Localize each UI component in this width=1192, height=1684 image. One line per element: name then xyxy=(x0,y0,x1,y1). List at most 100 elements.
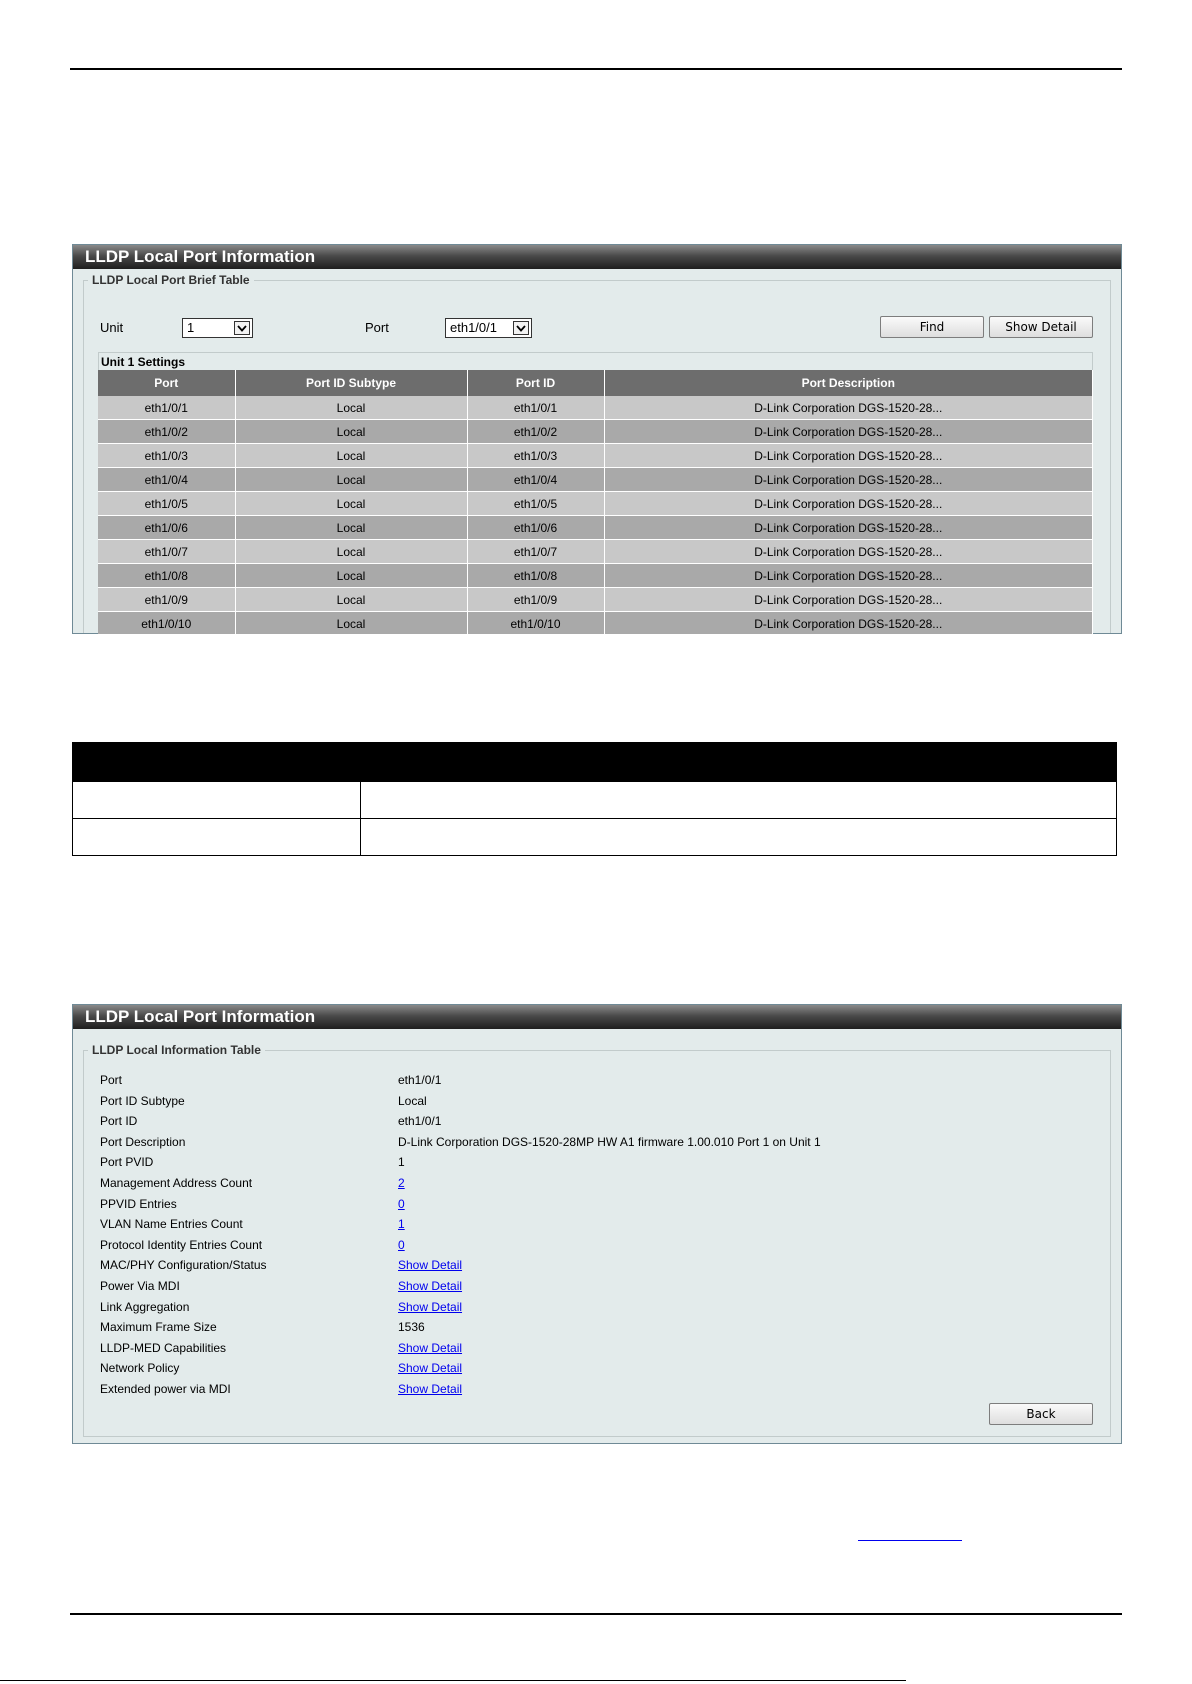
cell-port-id: eth1/0/5 xyxy=(467,491,605,516)
cell-port: eth1/0/8 xyxy=(98,563,236,588)
footer-rule xyxy=(70,1613,1122,1615)
header-rule xyxy=(70,68,1122,70)
port-select[interactable]: eth1/0/1 xyxy=(445,318,532,338)
network-policy-show-detail-link[interactable]: Show Detail xyxy=(398,1361,462,1375)
cell-description: D-Link Corporation DGS-1520-28... xyxy=(604,491,1093,516)
cell-port-id: eth1/0/2 xyxy=(467,419,605,444)
table-row: eth1/0/1 Local eth1/0/1 D-Link Corporation … xyxy=(98,396,1093,420)
unit-settings-title: Unit 1 Settings xyxy=(98,352,1093,370)
cell-description: D-Link Corporation DGS-1520-28... xyxy=(604,587,1093,612)
table-row xyxy=(72,818,1117,856)
table-row: eth1/0/6 Local eth1/0/6 D-Link Corporation … xyxy=(98,515,1093,540)
table-header-row: Port Port ID Subtype Port ID Port Descri… xyxy=(98,370,1093,396)
item-value: Local xyxy=(398,1093,427,1108)
protocol-identity-entries-link[interactable]: 0 xyxy=(398,1238,405,1252)
cell-subtype: Local xyxy=(235,419,468,444)
reference-link-underline[interactable] xyxy=(858,1540,962,1541)
ppvid-entries-link[interactable]: 0 xyxy=(398,1197,405,1211)
table-row: eth1/0/2 Local eth1/0/2 D-Link Corporation … xyxy=(98,419,1093,444)
item-label: Port ID Subtype xyxy=(100,1093,185,1108)
cell-subtype: Local xyxy=(235,611,468,636)
cell-description: D-Link Corporation DGS-1520-28... xyxy=(604,443,1093,468)
cell-port: eth1/0/9 xyxy=(98,587,236,612)
back-button[interactable]: Back xyxy=(989,1403,1093,1425)
item-label: Maximum Frame Size xyxy=(100,1320,217,1335)
parameter-table xyxy=(72,742,1117,856)
cell-port-id: eth1/0/10 xyxy=(467,611,605,636)
cell-description: D-Link Corporation DGS-1520-28... xyxy=(604,467,1093,492)
find-button[interactable]: Find xyxy=(880,316,984,338)
item-value: eth1/0/1 xyxy=(398,1114,442,1129)
cell-port: eth1/0/4 xyxy=(98,467,236,492)
unit-select[interactable]: 1 xyxy=(182,318,253,338)
group-legend: LLDP Local Port Brief Table xyxy=(92,273,250,287)
cell-port: eth1/0/1 xyxy=(98,396,236,420)
link-aggregation-show-detail-link[interactable]: Show Detail xyxy=(398,1300,462,1314)
parameter-table-header xyxy=(72,742,1117,782)
cell-description: D-Link Corporation DGS-1520-28... xyxy=(604,611,1093,636)
col-header-port-id-subtype: Port ID Subtype xyxy=(235,370,468,396)
cell-description: D-Link Corporation DGS-1520-28... xyxy=(604,539,1093,564)
cell-port-id: eth1/0/9 xyxy=(467,587,605,612)
item-value: 1 xyxy=(398,1155,405,1170)
item-label: Protocol Identity Entries Count xyxy=(100,1237,263,1252)
cell xyxy=(360,781,1117,819)
cell-subtype: Local xyxy=(235,539,468,564)
cell-subtype: Local xyxy=(235,491,468,516)
item-value: 1536 xyxy=(398,1320,425,1335)
cell-port-id: eth1/0/8 xyxy=(467,563,605,588)
cell-port: eth1/0/2 xyxy=(98,419,236,444)
panel-crop-mask xyxy=(60,634,1140,694)
vlan-name-entries-link[interactable]: 1 xyxy=(398,1217,405,1231)
chevron-down-icon[interactable] xyxy=(234,321,250,335)
mac-phy-show-detail-link[interactable]: Show Detail xyxy=(398,1258,462,1272)
item-label: Port xyxy=(100,1073,123,1087)
port-label: Port xyxy=(365,320,389,335)
cell-port: eth1/0/5 xyxy=(98,491,236,516)
panel-title: LLDP Local Port Information xyxy=(73,245,1121,269)
cell-description: D-Link Corporation DGS-1520-28... xyxy=(604,396,1093,420)
chevron-down-icon[interactable] xyxy=(513,321,529,335)
cell xyxy=(360,818,1117,856)
extended-power-show-detail-link[interactable]: Show Detail xyxy=(398,1382,462,1396)
cell-port-id: eth1/0/1 xyxy=(467,396,605,420)
cell-port-id: eth1/0/7 xyxy=(467,539,605,564)
lldp-med-show-detail-link[interactable]: Show Detail xyxy=(398,1341,462,1355)
col-header-port-description: Port Description xyxy=(604,370,1093,396)
table-row: eth1/0/4 Local eth1/0/4 D-Link Corporation … xyxy=(98,467,1093,492)
table-row: eth1/0/5 Local eth1/0/5 D-Link Corporation … xyxy=(98,491,1093,516)
cell xyxy=(72,781,361,819)
cell xyxy=(72,818,361,856)
item-label: Link Aggregation xyxy=(100,1299,190,1314)
table-row: eth1/0/10 Local eth1/0/10 D-Link Corporatio… xyxy=(98,611,1093,636)
item-label: MAC/PHY Configuration/Status xyxy=(100,1258,267,1273)
cell-port: eth1/0/7 xyxy=(98,539,236,564)
header-cell xyxy=(72,742,361,782)
cell-subtype: Local xyxy=(235,563,468,588)
cell-port-id: eth1/0/6 xyxy=(467,515,605,540)
cell-port: eth1/0/10 xyxy=(98,611,236,636)
col-header-port: Port xyxy=(98,370,236,396)
table-row: eth1/0/8 Local eth1/0/8 D-Link Corporation … xyxy=(98,563,1093,588)
bottom-rule xyxy=(0,1680,906,1681)
table-row: eth1/0/7 Local eth1/0/7 D-Link Corporation … xyxy=(98,539,1093,564)
item-label: LLDP-MED Capabilities xyxy=(100,1340,227,1355)
cell-subtype: Local xyxy=(235,515,468,540)
port-select-value: eth1/0/1 xyxy=(450,320,497,335)
panel-title: LLDP Local Port Information xyxy=(73,1005,1121,1029)
power-via-mdi-show-detail-link[interactable]: Show Detail xyxy=(398,1279,462,1293)
show-detail-button[interactable]: Show Detail xyxy=(989,316,1093,338)
item-label: Power Via MDI xyxy=(100,1278,180,1293)
unit-select-value: 1 xyxy=(187,320,195,335)
item-label: VLAN Name Entries Count xyxy=(100,1217,243,1232)
item-label: Port PVID xyxy=(100,1155,154,1170)
header-cell xyxy=(360,742,1117,782)
management-address-count-link[interactable]: 2 xyxy=(398,1176,405,1190)
cell-port-id: eth1/0/3 xyxy=(467,443,605,468)
unit-label: Unit xyxy=(100,320,124,335)
table-row xyxy=(72,781,1117,819)
item-label: Management Address Count xyxy=(100,1175,253,1190)
cell-subtype: Local xyxy=(235,467,468,492)
lldp-brief-table: Port Port ID Subtype Port ID Port Descri… xyxy=(98,370,1093,636)
cell-port: eth1/0/6 xyxy=(98,515,236,540)
